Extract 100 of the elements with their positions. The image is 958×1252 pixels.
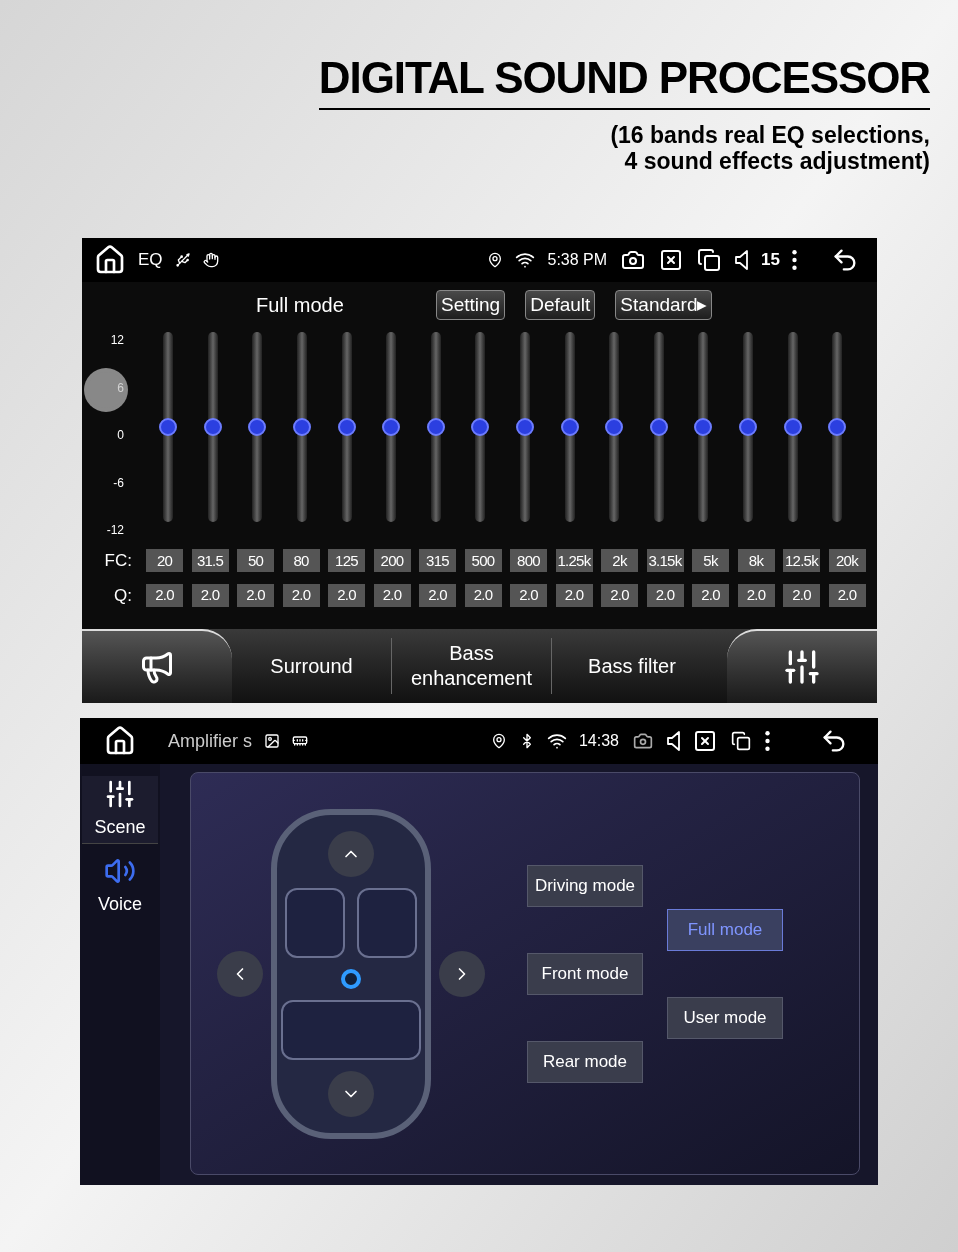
frequency-cell: 20k	[828, 549, 866, 573]
q-value-cell: 2.0	[510, 583, 547, 607]
q-value-cell: 2.0	[783, 583, 820, 607]
row-label: FC:	[103, 550, 133, 572]
slider-thumb[interactable]	[293, 418, 312, 436]
speaker-tab[interactable]	[82, 629, 232, 703]
app-title: EQ	[138, 249, 163, 272]
q-value-cell: 2.0	[328, 583, 365, 607]
sliders-icon	[782, 647, 822, 687]
clock: 5:38 PM	[547, 250, 608, 270]
mode-title: Full mode	[256, 293, 345, 318]
slider-thumb[interactable]	[739, 418, 757, 436]
seat-drawing	[357, 887, 417, 958]
slider-thumb[interactable]	[337, 418, 356, 436]
equalizer-tab[interactable]	[727, 629, 877, 703]
q-value-cell: 2.0	[601, 583, 638, 607]
q-value-cell: 2.0	[191, 583, 229, 607]
volume-icon	[735, 250, 750, 270]
slider-thumb[interactable]	[783, 418, 802, 436]
mode-button[interactable]: Rear mode	[527, 1040, 643, 1083]
frequency-cell: 20	[146, 549, 183, 573]
close-screen-icon	[693, 729, 717, 753]
menu-icon[interactable]	[792, 249, 797, 271]
frequency-cell: 3.15k	[646, 549, 684, 573]
slider-thumb[interactable]	[828, 418, 847, 436]
frequency-cell: 2k	[601, 549, 638, 573]
effect-tab[interactable]: Bass filter	[552, 638, 712, 694]
row-label: Q:	[113, 584, 133, 607]
slider-thumb[interactable]	[471, 418, 490, 436]
location-icon	[487, 252, 504, 268]
effect-tab[interactable]: Bass enhancement	[392, 638, 552, 694]
scale-label: -6	[113, 476, 124, 489]
floating-button-icon	[84, 368, 128, 412]
frequency-cell: 80	[282, 549, 320, 573]
frequency-cell: 31.5	[191, 549, 229, 573]
sidebar-item[interactable]: Scene	[82, 776, 158, 844]
q-value-cell: 2.0	[282, 583, 320, 607]
seat-drawing	[285, 887, 345, 958]
mode-button[interactable]: User mode	[667, 996, 783, 1039]
scale-label: 12	[110, 334, 124, 346]
slider-thumb[interactable]	[159, 418, 178, 436]
scale-label: 6	[117, 381, 124, 394]
location-icon	[490, 733, 507, 749]
frequency-cell: 8k	[737, 549, 775, 573]
sliders-icon	[104, 778, 136, 810]
slider-thumb[interactable]	[560, 418, 579, 436]
q-value-cell: 2.0	[692, 583, 729, 607]
q-value-cell: 2.0	[419, 583, 456, 607]
frequency-cell: 200	[373, 549, 411, 573]
subtitle-line: (16 bands real EQ selections,	[610, 122, 930, 148]
home-icon	[94, 244, 126, 276]
q-value-cell: 2.0	[737, 583, 775, 607]
hand-icon	[202, 252, 219, 268]
app-title: Amplifier s	[168, 729, 252, 753]
q-value-cell: 2.0	[237, 583, 274, 607]
mode-button[interactable]: Full mode	[667, 908, 783, 951]
option-button[interactable]: Setting	[436, 290, 506, 320]
frequency-cell: 1.25k	[555, 549, 593, 573]
scale-label: 0	[117, 429, 124, 441]
headline: DIGITAL SOUND PROCESSOR	[318, 56, 930, 110]
scale-label: -12	[106, 524, 124, 536]
option-button[interactable]: Default	[525, 290, 596, 320]
menu-icon[interactable]	[765, 730, 770, 752]
q-value-cell: 2.0	[373, 583, 411, 607]
slider-thumb[interactable]	[203, 418, 222, 436]
mode-button[interactable]: Front mode	[527, 952, 643, 995]
image-icon	[264, 733, 280, 749]
home-icon	[104, 725, 136, 757]
q-value-cell: 2.0	[555, 583, 593, 607]
frequency-cell: 12.5k	[783, 549, 820, 573]
slider-thumb[interactable]	[649, 418, 668, 436]
wifi-icon	[546, 731, 567, 751]
sidebar-item[interactable]: Voice	[82, 852, 158, 920]
q-value-cell: 2.0	[646, 583, 684, 607]
close-screen-icon	[659, 248, 684, 272]
frequency-cell: 315	[419, 549, 456, 573]
frequency-cell: 500	[464, 549, 502, 573]
slider-thumb[interactable]	[426, 418, 445, 436]
mode-button[interactable]: Driving mode	[527, 864, 643, 907]
option-button[interactable]: Standard▸	[615, 290, 713, 320]
volume-icon	[667, 731, 681, 751]
effect-tab[interactable]: Surround	[232, 638, 392, 694]
usb-icon	[174, 252, 191, 268]
wifi-icon	[515, 250, 536, 270]
windows-icon	[729, 731, 753, 751]
frequency-cell: 50	[237, 549, 274, 573]
q-value-cell: 2.0	[146, 583, 183, 607]
volume-level: 15	[761, 249, 780, 272]
camera-icon	[631, 731, 655, 751]
slider-thumb[interactable]	[516, 418, 535, 436]
slider-thumb[interactable]	[605, 418, 624, 436]
clock: 14:38	[578, 731, 619, 751]
q-value-cell: 2.0	[828, 583, 866, 607]
frequency-cell: 800	[510, 549, 547, 573]
q-value-cell: 2.0	[464, 583, 502, 607]
slider-thumb[interactable]	[694, 418, 713, 436]
center-target-icon	[341, 968, 361, 989]
slider-thumb[interactable]	[382, 418, 401, 436]
slider-thumb[interactable]	[248, 418, 267, 436]
subtitle-line: 4 sound effects adjustment)	[624, 148, 930, 174]
